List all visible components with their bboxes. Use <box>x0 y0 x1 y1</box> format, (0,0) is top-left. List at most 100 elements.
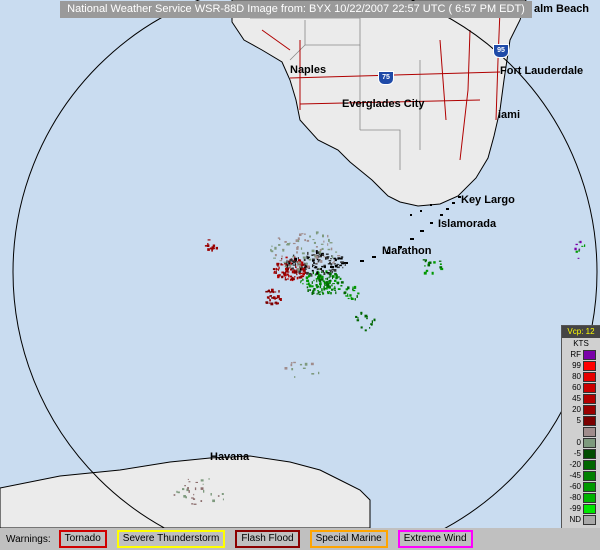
radar-echo <box>287 243 290 246</box>
radar-echo <box>333 257 336 260</box>
radar-echo <box>334 279 337 282</box>
radar-echo <box>187 487 189 490</box>
legend-swatch <box>583 382 596 393</box>
image-title: National Weather Service WSR-88D Image f… <box>60 1 532 18</box>
radar-echo <box>269 295 272 297</box>
radar-echo <box>327 234 329 238</box>
radar-echo <box>332 266 334 268</box>
radar-echo <box>313 279 315 282</box>
radar-echo <box>211 246 215 249</box>
radar-echo <box>286 278 289 280</box>
radar-echo <box>342 266 344 269</box>
radar-echo <box>298 261 301 264</box>
legend-row: -60 <box>562 481 600 492</box>
radar-echo <box>349 294 352 297</box>
radar-echo <box>291 278 294 280</box>
radar-echo <box>318 267 321 270</box>
radar-echo <box>343 291 346 295</box>
legend-vcp: Vcp: 12 <box>562 326 600 338</box>
radar-echo <box>299 233 302 236</box>
radar-echo <box>306 279 310 283</box>
radar-echo <box>327 292 330 295</box>
warnings-label: Warnings: <box>6 533 51 545</box>
radar-echo <box>318 278 322 282</box>
radar-echo <box>212 499 215 503</box>
warning-flash-flood-button[interactable]: Flash Flood <box>235 530 300 548</box>
radar-echo <box>301 252 305 255</box>
radar-echo <box>340 285 343 287</box>
radar-echo <box>274 246 277 250</box>
radar-echo <box>300 275 303 279</box>
radar-echo <box>320 284 322 287</box>
radar-echo <box>289 264 292 267</box>
radar-echo <box>328 260 332 262</box>
radar-echo <box>309 273 312 275</box>
legend-swatch <box>583 492 596 503</box>
radar-echo <box>322 254 325 256</box>
radar-echo <box>347 293 349 296</box>
radar-echo <box>207 248 210 251</box>
radar-echo <box>287 261 289 265</box>
warning-tornado-button[interactable]: Tornado <box>58 530 107 548</box>
warning-severe-thunderstorm-button[interactable]: Severe Thunderstorm <box>116 530 226 548</box>
radar-echo <box>304 268 307 270</box>
radar-echo <box>285 256 288 259</box>
radar-echo <box>302 278 304 281</box>
radar-echo <box>324 265 326 269</box>
radar-echo <box>278 275 280 278</box>
radar-echo <box>297 263 299 267</box>
warning-extreme-wind-button[interactable]: Extreme Wind <box>397 530 473 548</box>
velocity-legend: Vcp: 12 KTS RF 99 80 60 45 20 5 0 -5 -20 -45 -60 -80… <box>561 325 600 547</box>
radar-echo <box>317 260 320 263</box>
legend-row: 20 <box>562 404 600 415</box>
radar-echo <box>296 276 299 280</box>
radar-echo <box>329 242 333 244</box>
radar-echo <box>319 251 321 254</box>
radar-echo <box>293 361 296 364</box>
radar-echo <box>210 493 212 496</box>
radar-echo <box>321 288 323 291</box>
legend-swatch <box>583 360 596 371</box>
radar-echo <box>284 279 287 281</box>
radar-echo <box>275 271 277 274</box>
radar-echo <box>284 367 288 370</box>
legend-row: -80 <box>562 492 600 503</box>
radar-echo <box>299 363 303 366</box>
radar-echo <box>193 503 197 505</box>
radar-echo <box>350 297 353 300</box>
radar-echo <box>191 497 194 499</box>
radar-echo <box>574 247 577 251</box>
radar-echo <box>286 268 289 271</box>
radar-echo <box>328 238 330 242</box>
radar-echo <box>173 494 176 496</box>
radar-echo <box>373 318 376 322</box>
radar-echo <box>315 231 319 234</box>
radar-echo <box>300 281 302 284</box>
radar-echo <box>303 258 306 261</box>
radar-echo <box>307 289 309 292</box>
radar-echo <box>282 249 285 252</box>
radar-echo <box>304 266 308 268</box>
radar-echo <box>433 261 436 264</box>
radar-echo <box>296 251 298 254</box>
radar-echo <box>302 283 304 285</box>
radar-echo <box>326 283 330 287</box>
radar-echo <box>347 297 350 300</box>
legend-swatch <box>583 481 596 492</box>
legend-swatch <box>583 404 596 415</box>
warning-special-marine-button[interactable]: Special Marine <box>309 530 388 548</box>
radar-echo <box>289 258 293 262</box>
radar-echo <box>323 286 325 290</box>
radar-echo <box>284 263 286 265</box>
radar-echo <box>333 260 335 263</box>
radar-echo <box>335 251 338 253</box>
radar-echo <box>306 286 309 289</box>
radar-echo <box>299 268 302 271</box>
radar-echo <box>312 271 314 275</box>
radar-echo <box>270 302 274 306</box>
radar-echo <box>317 290 319 292</box>
city-key-largo: Key Largo <box>461 194 515 206</box>
radar-echo <box>325 278 327 280</box>
radar-echo <box>215 246 218 250</box>
radar-echo <box>313 267 316 269</box>
